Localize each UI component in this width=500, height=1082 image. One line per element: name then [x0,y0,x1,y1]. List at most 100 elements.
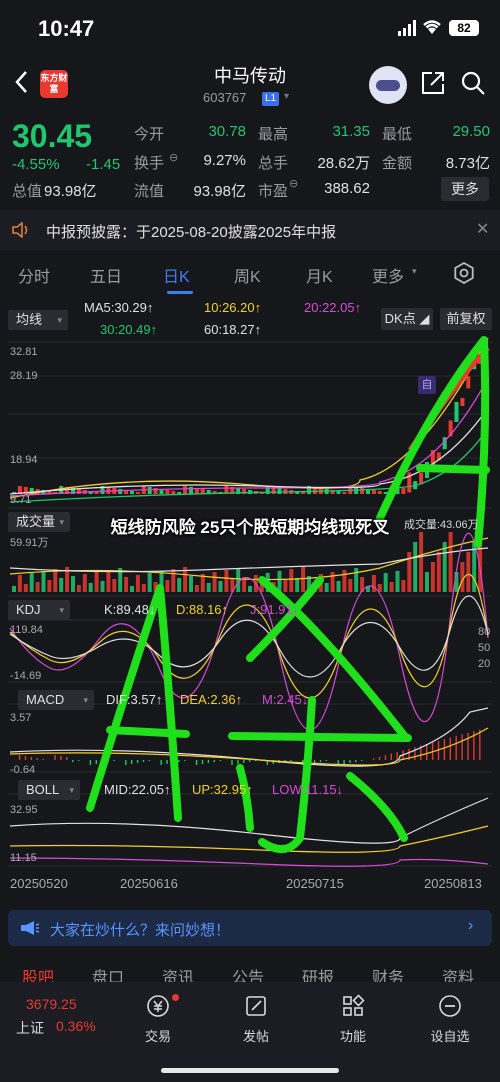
turnover-label: 换手 [134,155,165,172]
volume-bar [289,569,294,592]
volume-bar [71,576,75,592]
index-value[interactable]: 3679.25 [26,996,77,1012]
macd-bar [372,758,375,760]
macd-bar [166,760,168,764]
caret-down-icon[interactable]: ▾ [284,91,289,102]
candle [135,492,140,494]
volume-bar [135,575,140,592]
amount-label: 金额 [382,155,413,172]
price-tick: 32.81 [10,346,38,358]
tab-five-day[interactable]: 五日 [90,263,122,287]
candle [401,488,406,494]
macd-bar [449,737,451,760]
macd-bar [42,759,44,760]
open-label: 今开 [134,126,165,143]
search-icon[interactable] [460,70,486,96]
macd-bar [313,760,316,763]
info-icon[interactable]: ⊖ [169,151,178,164]
volume-bar [389,582,394,592]
macd-bar [160,760,162,765]
index-name[interactable]: 上证 [16,1018,44,1038]
macd-bar [36,758,38,760]
megaphone-icon [21,921,40,935]
remove-icon [439,995,461,1017]
volume-bar [283,580,288,592]
macd-selector[interactable]: MACD [18,690,94,710]
volume-bar [218,581,223,592]
macd-bar [325,760,328,761]
gear-icon[interactable] [453,262,475,284]
macd-bar [396,752,398,760]
share-icon[interactable] [420,70,446,96]
bottom-toolbar: 3679.25 上证 0.36% 交易 发帖 功能 设自选 [0,982,500,1082]
low-label: 最低 [382,126,413,143]
nav-functions-label: 功能 [339,1029,366,1044]
nav-trade[interactable]: 交易 [128,994,188,1045]
tab-daily-k[interactable]: 日K [163,263,190,287]
candle [377,491,382,494]
tab-intraday[interactable]: 分时 [18,263,50,287]
boll-up: UP:32.95↑ [192,782,253,797]
date-tick: 20250616 [120,876,178,891]
candle [171,491,176,494]
boll-low: LOW:11.15↓ [272,782,344,797]
macd-bar [378,756,381,760]
nav-watchlist[interactable]: 设自选 [420,994,480,1045]
candle [277,488,282,494]
tab-monthly-k[interactable]: 月K [306,263,333,287]
macd-bar [131,760,133,764]
kline-chart[interactable]: 均线 MA5:30.29↑ 10:26.20↑ 20:22.05↑ 30:20.… [0,298,500,898]
boll-selector[interactable]: BOLL [18,780,80,800]
volume-bar [401,580,406,592]
volume-bar [29,573,34,592]
volume-bar [419,532,424,592]
kdj-selector[interactable]: KDJ [8,600,70,620]
volume-bar [35,582,40,592]
volume-bar [94,572,99,592]
open-value: 30.78 [208,123,246,140]
volume-bar [336,581,341,592]
volume-label: 总手 [258,155,289,172]
volume-bar [171,569,176,592]
level-badge: L1 [262,92,280,106]
macd-bar [213,760,215,762]
kdj-bottom: -14.69 [10,670,42,682]
macd-bar [60,756,62,760]
info-icon[interactable]: ⊖ [289,177,298,190]
candle [147,487,152,494]
volume-bar [430,562,435,592]
volume-bar [425,572,429,592]
market-cap-value: 93.98亿 [44,183,97,200]
volume-selector[interactable]: 成交量 [8,512,70,532]
macd-bar [455,736,457,760]
candle [460,398,465,406]
volume-bar [342,570,347,592]
index-change[interactable]: 0.36% [56,1018,96,1034]
macd-top: 3.57 [10,712,32,724]
more-button[interactable]: 更多 [441,177,489,201]
close-icon[interactable]: ✕ [476,219,489,239]
battery-icon: 82 [449,20,479,36]
quote-panel: 30.45 -4.55% -1.45 总值 93.98亿 今开 30.78 最高… [0,114,500,206]
volume-bar [354,568,359,592]
announcement-bar[interactable]: 中报预披露：于2025-08-20披露2025年中报 ✕ [0,210,500,250]
high-label: 最高 [258,126,289,143]
chevron-right-icon: › [468,917,474,934]
nav-post[interactable]: 发帖 [226,994,286,1045]
volume-bar [248,586,252,592]
assistant-robot-icon[interactable] [369,66,407,104]
macd-bar [231,760,233,765]
boll-mid: MID:22.05↑ [104,782,171,797]
nav-functions[interactable]: 功能 [323,994,383,1045]
volume-bar [348,579,353,592]
volume-bar [194,585,199,592]
ask-assistant-bar[interactable]: 大家在炒什么？来问妙想！ › [8,910,492,946]
volume-bar [330,572,335,592]
tab-weekly-k[interactable]: 周K [234,263,261,287]
stock-code: 603767 [203,90,247,105]
candle [118,489,123,494]
self-select-badge[interactable]: 自 [418,376,436,394]
tab-more[interactable]: 更多 [372,263,404,287]
volume-bar [224,570,229,592]
kdj-level: 80 [478,626,491,638]
